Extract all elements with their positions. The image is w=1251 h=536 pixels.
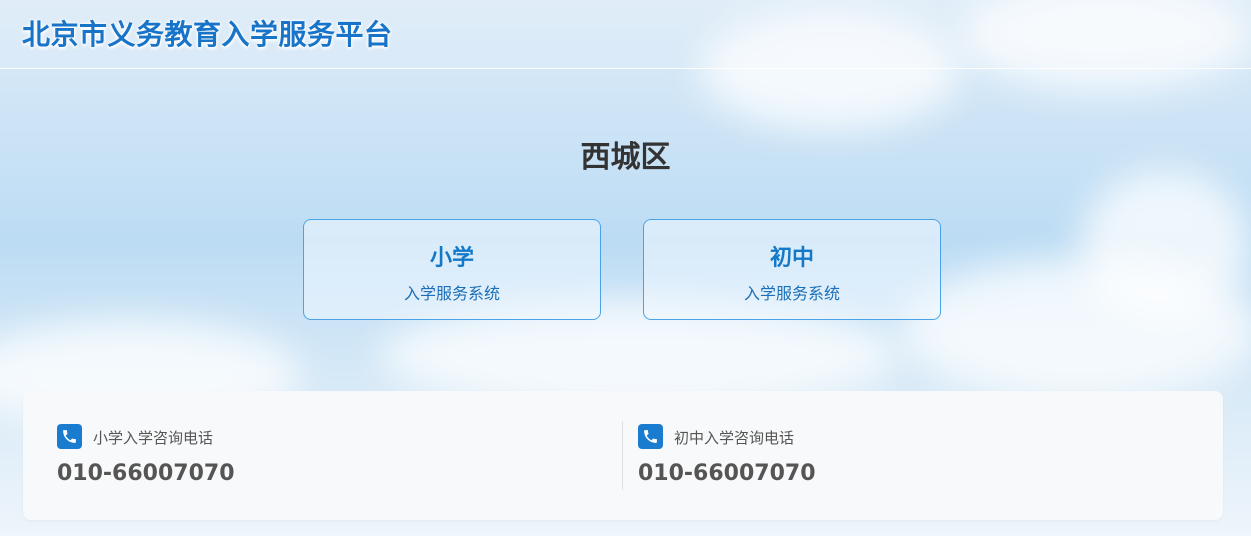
district-heading: 西城区	[580, 140, 671, 175]
site-title[interactable]: 北京市义务教育入学服务平台	[22, 13, 393, 53]
card-title: 小学	[429, 246, 474, 271]
card-subtitle: 入学服务系统	[743, 284, 840, 303]
contact-label: 初中入学咨询电话	[674, 429, 795, 447]
junior-high-contact: 初中入学咨询电话 010-66007070	[638, 391, 1178, 520]
junior-high-card[interactable]: 初中 入学服务系统	[643, 219, 941, 320]
primary-school-card[interactable]: 小学 入学服务系统	[303, 219, 601, 320]
header-bar: 北京市义务教育入学服务平台	[0, 0, 1251, 69]
primary-contact: 小学入学咨询电话 010-66007070	[57, 391, 597, 520]
divider	[622, 421, 623, 490]
contact-panel: 小学入学咨询电话 010-66007070 初中入学咨询电话 010-66007…	[23, 391, 1223, 520]
card-title: 初中	[769, 246, 814, 271]
card-subtitle: 入学服务系统	[403, 284, 500, 303]
phone-icon	[57, 424, 82, 449]
phone-icon	[638, 424, 663, 449]
contact-label: 小学入学咨询电话	[93, 429, 214, 447]
contact-number: 010-66007070	[57, 461, 235, 486]
background-cloud	[900, 260, 1251, 400]
contact-number: 010-66007070	[638, 461, 816, 486]
